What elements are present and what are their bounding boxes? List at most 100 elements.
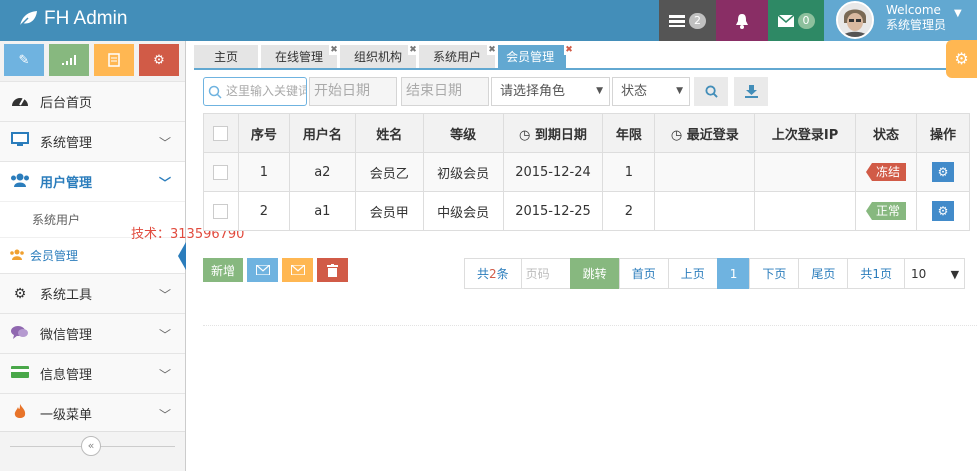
signal-icon[interactable] [49,44,89,76]
row-checkbox[interactable] [213,203,229,219]
page-size-value: 10 [911,267,927,281]
brand[interactable]: FH Admin [18,8,127,30]
table-row[interactable]: 2 a1 会员甲 中级会员 2015-12-25 2 正常 ⚙ [203,191,971,231]
chevron-down-icon: ﹀ [158,176,171,190]
envelope-icon [290,265,305,275]
end-date-input[interactable]: 结束日期 [401,77,489,106]
sidebar-item-info[interactable]: 信息管理 ﹀ [0,353,185,393]
desktop-icon [10,132,30,151]
bell-icon [736,13,748,29]
message-button[interactable] [282,258,313,282]
user-menu[interactable]: Welcome 系统管理员 ▼ [824,0,977,41]
sidebar-item-label: 系统工具 [40,288,93,303]
close-icon[interactable]: ✖ [487,45,498,55]
sidebar-subitem-members[interactable]: 会员管理 [0,237,186,273]
sidebar-item-dashboard[interactable]: 后台首页 [0,81,185,121]
start-date-placeholder: 开始日期 [314,83,370,99]
search-icon [704,85,718,98]
start-date-input[interactable]: 开始日期 [309,77,397,106]
sidebar-item-system[interactable]: 系统管理 ﹀ [0,121,185,161]
select-all-header[interactable] [203,113,239,153]
double-angle-left-icon[interactable]: « [81,436,101,456]
sidebar-item-users[interactable]: 用户管理 ﹀ [0,161,185,201]
end-date-placeholder: 结束日期 [406,83,462,99]
add-button[interactable]: 新增 [203,258,243,282]
tasks-button[interactable]: 2 [659,0,716,41]
mail-button[interactable]: 0 [768,0,824,41]
email-button[interactable] [247,258,278,282]
row-select-cell[interactable] [203,152,239,192]
pagination: 共2条 页码 跳转 首页 上页 1 下页 尾页 共1页 10 ▼ [464,258,966,289]
top-navbar: FH Admin 2 0 Welcome 系统管理员 ▼ [0,0,977,41]
cell-no: 2 [237,191,290,231]
tab-home[interactable]: 主页 [194,45,259,69]
sidebar-item-menu1[interactable]: 一级菜单 ﹀ [0,393,185,433]
username-label: 系统管理员 [886,18,947,32]
col-header: 年限 [602,113,656,153]
keyword-input[interactable]: 这里输入关键词 [203,77,307,106]
export-button[interactable] [734,77,768,106]
cell-name: 会员乙 [354,152,424,192]
clock-icon: ◷ [519,127,531,143]
edit-cog-button[interactable]: ⚙ [931,201,954,221]
edit-cog-button[interactable]: ⚙ [931,162,954,182]
cell-username: a1 [288,191,356,231]
settings-gear-icon[interactable]: ⚙ [946,40,977,78]
sidebar: ✎ ⚙ 后台首页 系统管理 ﹀ 用户管理 ﹀ 系统用户 会员管理 ⚙ 系统工具 … [0,41,186,471]
current-page[interactable]: 1 [716,258,751,289]
cell-years: 2 [602,191,656,231]
close-icon[interactable]: ✖ [408,45,419,55]
book-icon[interactable] [94,44,134,76]
tab-label: 系统用户 [433,50,482,64]
sidebar-subitem-label: 会员管理 [30,249,79,263]
search-icon [208,85,222,99]
caret-down-icon: ▼ [950,268,960,281]
total-pre: 共 [477,267,490,281]
pencil-icon[interactable]: ✎ [4,44,44,76]
role-select[interactable]: 请选择角色 ▼ [491,77,610,106]
cell-name: 会员甲 [354,191,424,231]
table-row[interactable]: 1 a2 会员乙 初级会员 2015-12-24 1 冻结 ⚙ [203,152,971,192]
next-page-button[interactable]: 下页 [749,258,800,289]
col-header: 状态 [855,113,917,153]
col-header-expire: ◷ 到期日期 [502,113,604,153]
cogs-icon[interactable]: ⚙ [139,44,179,76]
prev-page-button[interactable]: 上页 [667,258,718,289]
tab-system-users[interactable]: 系统用户 ✖ [419,45,498,69]
last-page-button[interactable]: 尾页 [798,258,849,289]
sidebar-item-label: 用户管理 [40,176,93,191]
delete-button[interactable] [317,258,348,282]
close-icon[interactable]: ✖ [329,45,340,55]
tab-org[interactable]: 组织机构 ✖ [340,45,419,69]
chevron-down-icon: ﹀ [158,328,171,342]
trash-icon [327,263,338,277]
filter-bar: 这里输入关键词 开始日期 结束日期 请选择角色 ▼ 状态 ▼ [203,77,768,106]
comments-icon [10,325,30,343]
go-button[interactable]: 跳转 [569,258,620,289]
tasks-badge: 2 [689,12,706,29]
cell-last-login [654,152,756,192]
close-icon[interactable]: ✖ [564,45,575,55]
search-button[interactable] [694,77,728,106]
row-select-cell[interactable] [203,191,239,231]
page-size-select[interactable]: 10 ▼ [904,258,966,289]
tab-online[interactable]: 在线管理 ✖ [261,45,340,69]
status-select[interactable]: 状态 ▼ [612,77,690,106]
cell-op: ⚙ [915,152,971,192]
chevron-down-icon: ﹀ [158,136,171,150]
tab-members[interactable]: 会员管理 ✖ [498,45,575,69]
cell-no: 1 [237,152,290,192]
row-checkbox[interactable] [213,164,229,180]
envelope-icon [255,265,270,275]
sidebar-item-tools[interactable]: ⚙ 系统工具 ﹀ [0,273,185,313]
select-all-checkbox[interactable] [213,125,229,141]
page-input[interactable]: 页码 [520,258,571,289]
cell-status: 冻结 [855,152,917,192]
alerts-button[interactable] [716,0,768,41]
leaf-icon [18,11,37,28]
clock-icon: ◷ [670,127,683,143]
users-icon [10,173,30,191]
sidebar-item-wechat[interactable]: 微信管理 ﹀ [0,313,185,353]
first-page-button[interactable]: 首页 [618,258,669,289]
col-header: 姓名 [354,113,424,153]
